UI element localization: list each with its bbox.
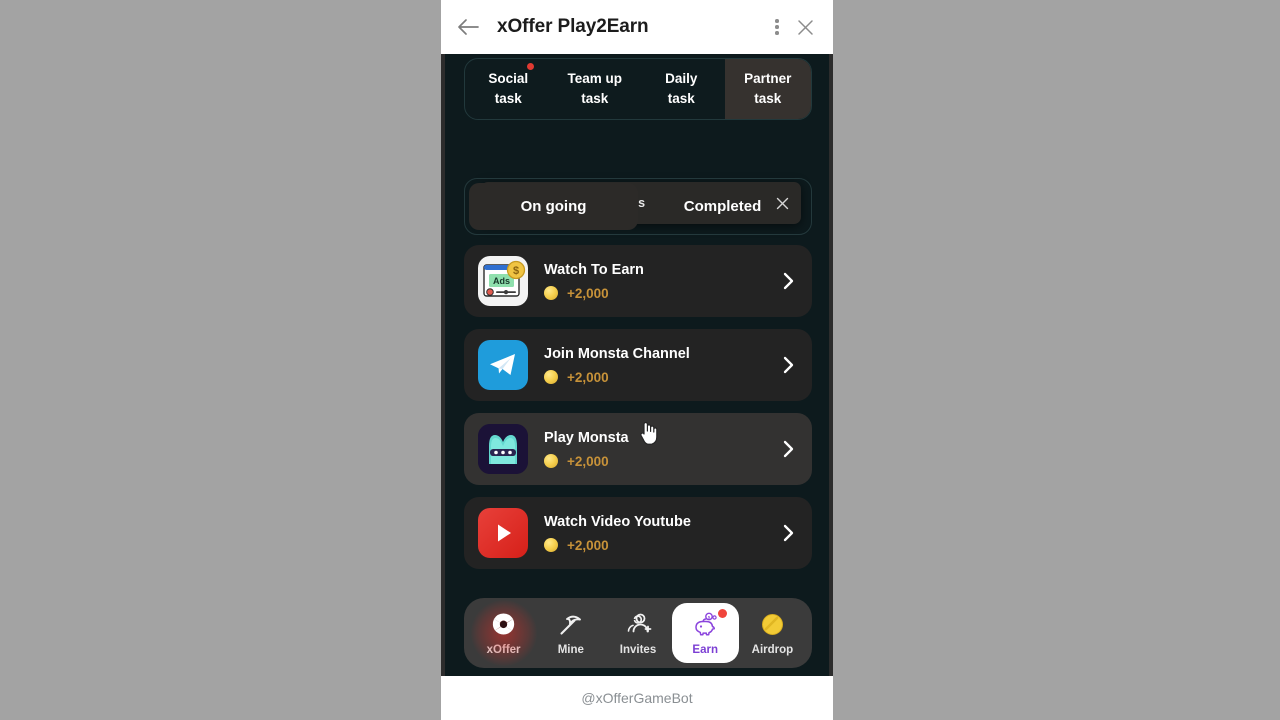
xoffer-logo-icon <box>490 611 517 639</box>
task-info: Join Monsta Channel +2,000 <box>544 346 778 385</box>
filter-label: On going <box>520 198 587 215</box>
coin-icon <box>759 611 786 639</box>
tab-label-line1: Partner <box>744 71 792 86</box>
task-name: Join Monsta Channel <box>544 345 690 362</box>
status-filter: On going Completed <box>464 178 812 235</box>
nav-badge-dot <box>717 609 727 618</box>
arrow-left-icon <box>458 19 479 35</box>
page-title: xOffer Play2Earn <box>497 16 649 37</box>
svg-text:$: $ <box>513 265 519 277</box>
chevron-right-icon[interactable] <box>778 356 798 374</box>
svg-text:Ads: Ads <box>493 276 510 286</box>
task-reward: +2,000 <box>544 538 778 553</box>
task-reward-amount: +2,000 <box>567 537 609 553</box>
task-name: Watch To Earn <box>544 261 644 278</box>
chevron-right-icon[interactable] <box>778 272 798 290</box>
task-reward: +2,000 <box>544 454 778 469</box>
phone-viewport: xOffer Play2Earn Social task Team up tas… <box>441 0 833 720</box>
coin-icon <box>544 454 558 468</box>
task-row-join-monsta-channel[interactable]: Join Monsta Channel +2,000 <box>464 329 812 401</box>
coin-icon <box>544 370 558 384</box>
pickaxe-icon <box>557 611 584 639</box>
bot-handle: @xOfferGameBot <box>581 690 693 706</box>
tab-daily-task[interactable]: Daily task <box>638 59 725 119</box>
monsta-game-icon <box>478 424 528 474</box>
tab-label-line2: task <box>494 91 522 106</box>
nav-label: Airdrop <box>751 643 794 656</box>
tab-label-line1: Social <box>488 71 529 86</box>
nav-item-airdrop[interactable]: Airdrop <box>739 603 806 663</box>
chevron-right-icon[interactable] <box>778 524 798 542</box>
task-reward-amount: +2,000 <box>567 369 609 385</box>
screen-root: xOffer Play2Earn Social task Team up tas… <box>0 0 1280 720</box>
task-row-play-monsta[interactable]: Play Monsta +2,000 <box>464 413 812 485</box>
filter-completed[interactable]: Completed <box>638 183 807 230</box>
nav-label: xOffer <box>486 643 521 656</box>
task-row-watch-video-youtube[interactable]: Watch Video Youtube +2,000 <box>464 497 812 569</box>
filter-label: Completed <box>683 198 762 215</box>
tab-partner-task[interactable]: Partner task <box>724 59 811 119</box>
tab-label-line1: Team up <box>567 71 622 86</box>
add-user-icon <box>625 611 652 639</box>
app-content: Social task Team up task Daily task Part… <box>445 54 829 676</box>
tab-label-line2: task <box>581 91 609 106</box>
task-info: Watch Video Youtube +2,000 <box>544 514 778 553</box>
bot-footer: @xOfferGameBot <box>441 676 833 720</box>
back-button[interactable] <box>455 14 481 40</box>
task-info: Play Monsta +2,000 <box>544 430 778 469</box>
coin-icon <box>544 538 558 552</box>
task-row-watch-to-earn[interactable]: Ads $ Watch To Earn +2,000 <box>464 245 812 317</box>
tab-social-task[interactable]: Social task <box>465 59 552 119</box>
task-reward: +2,000 <box>544 370 778 385</box>
nav-label: Mine <box>557 643 584 656</box>
viewport-edge-right <box>829 0 833 676</box>
piggy-bank-icon: $ <box>692 611 719 639</box>
task-list: Ads $ Watch To Earn +2,000 Join Monsta C… <box>464 245 812 581</box>
close-button[interactable] <box>791 13 819 41</box>
filter-on-going[interactable]: On going <box>469 183 638 230</box>
tab-team-up-task[interactable]: Team up task <box>552 59 639 119</box>
task-name: Watch Video Youtube <box>544 513 691 530</box>
tab-badge-dot <box>526 63 534 70</box>
bottom-navigation: xOffer Mine Invites $ Earn Airdrop <box>464 598 812 668</box>
nav-item-earn[interactable]: $ Earn <box>671 603 739 663</box>
app-header: xOffer Play2Earn <box>441 0 833 54</box>
tab-label-line2: task <box>754 91 782 106</box>
task-reward: +2,000 <box>544 286 778 301</box>
ads-video-icon: Ads $ <box>478 256 528 306</box>
telegram-icon <box>478 340 528 390</box>
chevron-right-icon[interactable] <box>778 440 798 458</box>
nav-label: Earn <box>692 643 718 656</box>
task-name: Play Monsta <box>544 429 629 446</box>
overflow-menu-button[interactable] <box>763 13 791 41</box>
nav-item-mine[interactable]: Mine <box>537 603 604 663</box>
task-info: Watch To Earn +2,000 <box>544 262 778 301</box>
more-vertical-icon <box>775 17 779 38</box>
nav-item-invites[interactable]: Invites <box>604 603 671 663</box>
category-tab-bar: Social task Team up task Daily task Part… <box>464 58 812 120</box>
tab-label-line2: task <box>667 91 695 106</box>
nav-item-xoffer[interactable]: xOffer <box>470 600 537 666</box>
close-icon <box>797 19 813 35</box>
nav-label: Invites <box>619 643 657 656</box>
task-reward-amount: +2,000 <box>567 453 609 469</box>
youtube-icon <box>478 508 528 558</box>
task-reward-amount: +2,000 <box>567 285 609 301</box>
coin-icon <box>544 286 558 300</box>
tab-label-line1: Daily <box>665 71 698 86</box>
